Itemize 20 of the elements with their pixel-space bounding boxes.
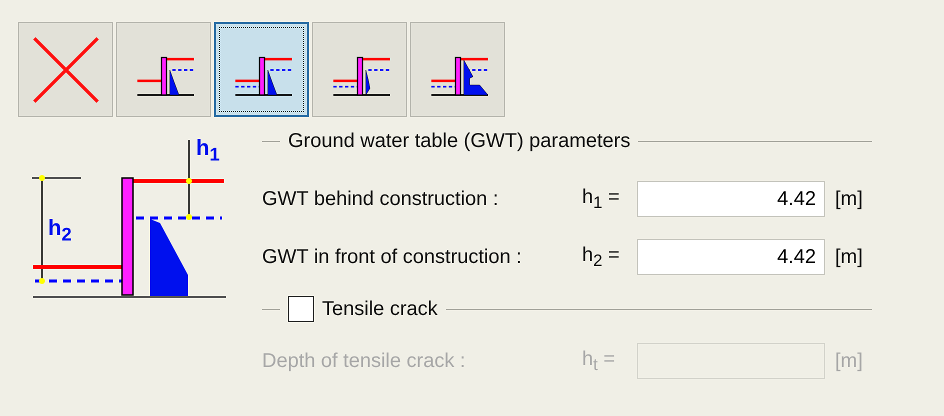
field-symbol: h$_{2}$ = <box>582 244 621 270</box>
field-label: Depth of tensile crack : <box>262 350 466 372</box>
toolbar-button[interactable] <box>410 22 505 117</box>
field-symbol: h$_{1}$ = <box>582 186 621 212</box>
checkbox-label[interactable]: Tensile crack <box>322 298 438 320</box>
input-field[interactable]: 4.42 <box>637 181 825 217</box>
input-field[interactable]: 4.42 <box>637 239 825 275</box>
toolbar-button[interactable] <box>312 22 407 117</box>
diagram-label: h$_{1}$ <box>196 135 220 166</box>
field-label: GWT in front of construction : <box>262 246 523 268</box>
toolbar-button[interactable] <box>116 22 211 117</box>
checkbox[interactable] <box>288 296 314 322</box>
group-title: Ground water table (GWT) parameters <box>288 130 630 152</box>
unit-label: [m] <box>835 246 863 268</box>
unit-label: [m] <box>835 350 863 372</box>
field-label: GWT behind construction : <box>262 188 500 210</box>
field-symbol: h$_{t}$ = <box>582 348 616 374</box>
toolbar-button[interactable] <box>214 22 309 117</box>
diagram-label: h$_{2}$ <box>48 215 72 246</box>
unit-label: [m] <box>835 188 863 210</box>
